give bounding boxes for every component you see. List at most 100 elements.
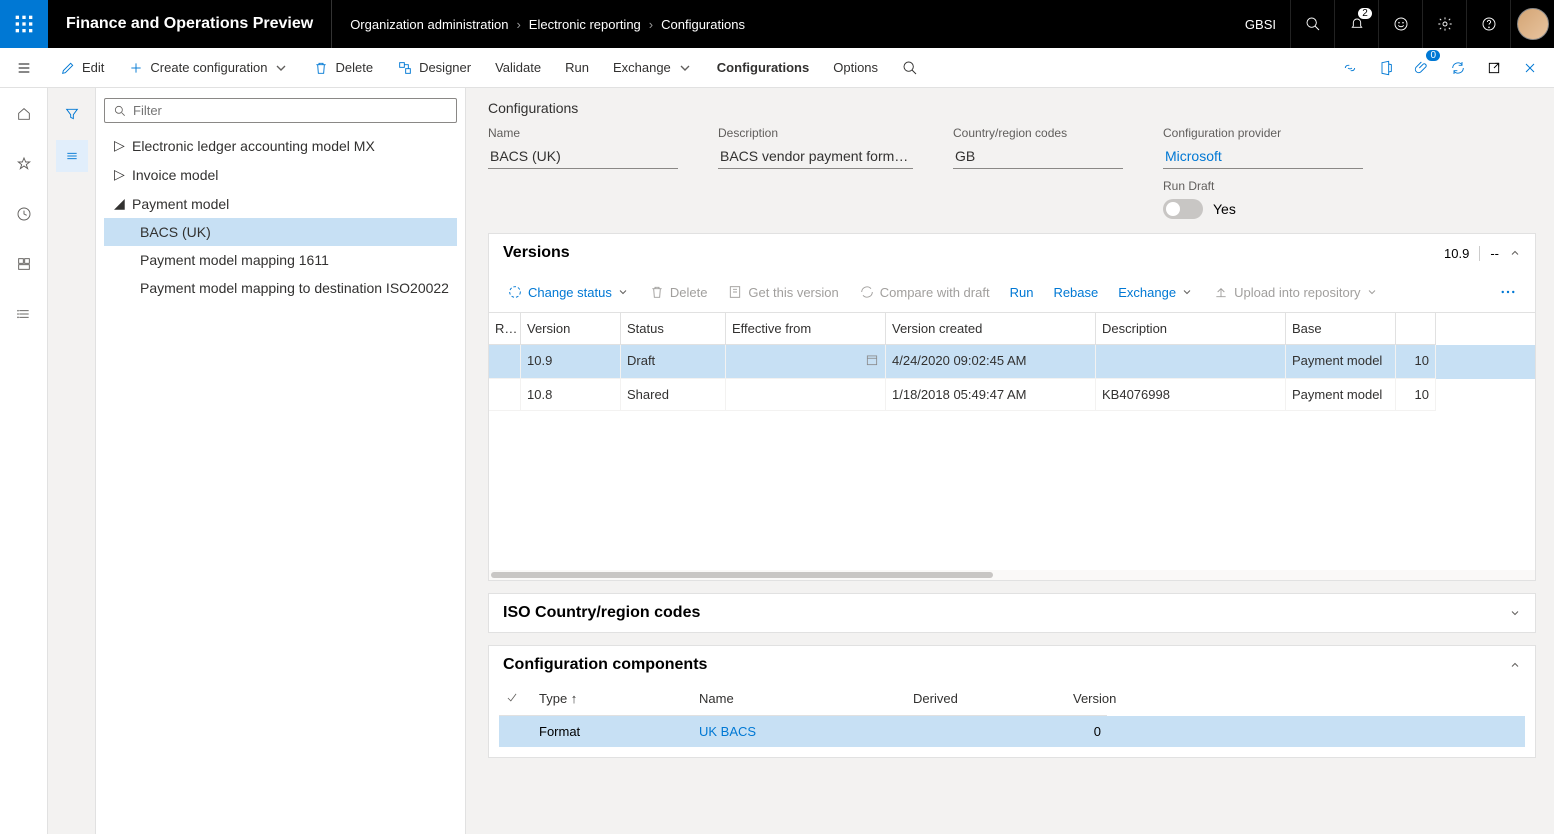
breadcrumb-item[interactable]: Electronic reporting <box>529 17 641 32</box>
search-button[interactable] <box>1290 0 1334 48</box>
feedback-button[interactable] <box>1378 0 1422 48</box>
cell-status: Draft <box>621 345 726 379</box>
field-value[interactable]: BACS vendor payment format f... <box>718 144 913 169</box>
field-label: Configuration provider <box>1163 126 1363 140</box>
tree-item-electronic-ledger[interactable]: ▷Electronic ledger accounting model MX <box>104 131 457 160</box>
edit-button[interactable]: Edit <box>48 48 116 88</box>
get-version-button[interactable]: Get this version <box>719 279 846 305</box>
horizontal-scrollbar[interactable] <box>489 570 1535 580</box>
compare-button[interactable]: Compare with draft <box>851 279 998 305</box>
modules-button[interactable] <box>8 298 40 330</box>
run-button[interactable]: Run <box>553 48 601 88</box>
download-icon <box>727 284 743 300</box>
rebase-button[interactable]: Rebase <box>1045 280 1106 305</box>
popout-button[interactable] <box>1478 52 1510 84</box>
version-delete-button[interactable]: Delete <box>641 279 716 305</box>
nav-toggle-button[interactable] <box>0 48 48 88</box>
col-header[interactable]: Type ↑ <box>533 684 693 716</box>
organization-label[interactable]: GBSI <box>1231 0 1290 48</box>
cell-type: Format <box>533 716 693 747</box>
versions-dashes: -- <box>1479 246 1509 261</box>
main-panel: Configurations Name BACS (UK) Descriptio… <box>466 88 1554 834</box>
breadcrumb-item[interactable]: Organization administration <box>350 17 508 32</box>
account-button[interactable] <box>1510 0 1554 48</box>
favorites-button[interactable] <box>8 148 40 180</box>
office-button[interactable] <box>1370 52 1402 84</box>
waffle-button[interactable] <box>0 0 48 48</box>
delete-button[interactable]: Delete <box>301 48 385 88</box>
notifications-button[interactable]: 2 <box>1334 0 1378 48</box>
field-value[interactable]: BACS (UK) <box>488 144 678 169</box>
configurations-tab[interactable]: Configurations <box>705 48 821 88</box>
create-configuration-button[interactable]: Create configuration <box>116 48 301 88</box>
sub-rail <box>48 88 96 834</box>
iso-header[interactable]: ISO Country/region codes <box>489 594 1535 632</box>
table-row[interactable]: 10.9 Draft 4/24/2020 09:02:45 AM Payment… <box>489 345 1535 379</box>
workspaces-button[interactable] <box>8 248 40 280</box>
filter-input[interactable] <box>133 103 448 118</box>
chevron-down-icon <box>1509 607 1521 619</box>
chevron-up-icon <box>1509 659 1521 671</box>
run-draft-toggle[interactable] <box>1163 199 1203 219</box>
col-header[interactable]: Version <box>521 313 621 345</box>
change-status-button[interactable]: Change status <box>499 279 637 305</box>
exchange-button[interactable]: Exchange <box>601 48 705 88</box>
cell-base[interactable]: Payment model <box>1286 345 1396 379</box>
more-icon <box>1499 283 1517 301</box>
col-header[interactable]: Base <box>1286 313 1396 345</box>
attachments-button[interactable]: 0 <box>1406 52 1438 84</box>
field-value[interactable]: GB <box>953 144 1123 169</box>
tree-item-mapping-1611[interactable]: Payment model mapping 1611 <box>104 246 457 274</box>
col-header[interactable]: Status <box>621 313 726 345</box>
cell-base: Payment model <box>1286 379 1396 411</box>
home-button[interactable] <box>8 98 40 130</box>
col-header[interactable] <box>1396 313 1436 345</box>
home-icon <box>16 106 32 122</box>
recent-button[interactable] <box>8 198 40 230</box>
col-header[interactable]: Version created <box>886 313 1096 345</box>
col-check[interactable] <box>499 684 533 716</box>
breadcrumb-item[interactable]: Configurations <box>661 17 745 32</box>
versions-header[interactable]: Versions 10.9 -- <box>489 234 1535 272</box>
tree-toggle[interactable] <box>56 140 88 172</box>
options-button[interactable]: Options <box>821 48 890 88</box>
settings-button[interactable] <box>1422 0 1466 48</box>
col-header[interactable]: R... <box>489 313 521 345</box>
table-row[interactable]: 10.8 Shared 1/18/2018 05:49:47 AM KB4076… <box>489 379 1535 411</box>
filter-toggle[interactable] <box>56 98 88 130</box>
tree-item-mapping-iso[interactable]: Payment model mapping to destination ISO… <box>104 274 457 302</box>
more-button[interactable] <box>1491 278 1525 306</box>
col-header[interactable]: Derived <box>907 684 1067 716</box>
refresh-button[interactable] <box>1442 52 1474 84</box>
designer-button[interactable]: Designer <box>385 48 483 88</box>
close-button[interactable] <box>1514 52 1546 84</box>
col-header[interactable]: Effective from <box>726 313 886 345</box>
help-button[interactable] <box>1466 0 1510 48</box>
col-header[interactable]: Name <box>693 684 907 716</box>
tree-item-bacs-uk[interactable]: BACS (UK) <box>104 218 457 246</box>
version-exchange-button[interactable]: Exchange <box>1110 280 1201 305</box>
filter-box[interactable] <box>104 98 457 123</box>
table-row[interactable]: Format UK BACS 0 <box>499 716 1525 747</box>
cell-status: Shared <box>621 379 726 411</box>
upload-repo-button[interactable]: Upload into repository <box>1205 279 1385 305</box>
related-info-button[interactable] <box>1334 52 1366 84</box>
top-right-actions: GBSI 2 <box>1231 0 1554 48</box>
col-header[interactable]: Version <box>1067 684 1107 716</box>
cell-basen[interactable]: 10 <box>1396 345 1436 379</box>
actionbar-search-button[interactable] <box>890 48 930 88</box>
col-header[interactable]: Description <box>1096 313 1286 345</box>
cell-created: 4/24/2020 09:02:45 AM <box>886 345 1096 379</box>
tree-item-invoice-model[interactable]: ▷Invoice model <box>104 160 457 189</box>
tree-item-payment-model[interactable]: ◢Payment model <box>104 189 457 218</box>
field-value-link[interactable]: Microsoft <box>1163 144 1363 169</box>
toggle-value: Yes <box>1213 201 1236 217</box>
tree-panel: ▷Electronic ledger accounting model MX ▷… <box>96 88 466 834</box>
components-header[interactable]: Configuration components <box>489 646 1535 684</box>
cell-name[interactable]: UK BACS <box>693 716 907 747</box>
field-provider: Configuration provider Microsoft <box>1163 126 1363 169</box>
list-icon <box>16 306 32 322</box>
validate-button[interactable]: Validate <box>483 48 553 88</box>
version-run-button[interactable]: Run <box>1002 280 1042 305</box>
create-label: Create configuration <box>150 60 267 75</box>
